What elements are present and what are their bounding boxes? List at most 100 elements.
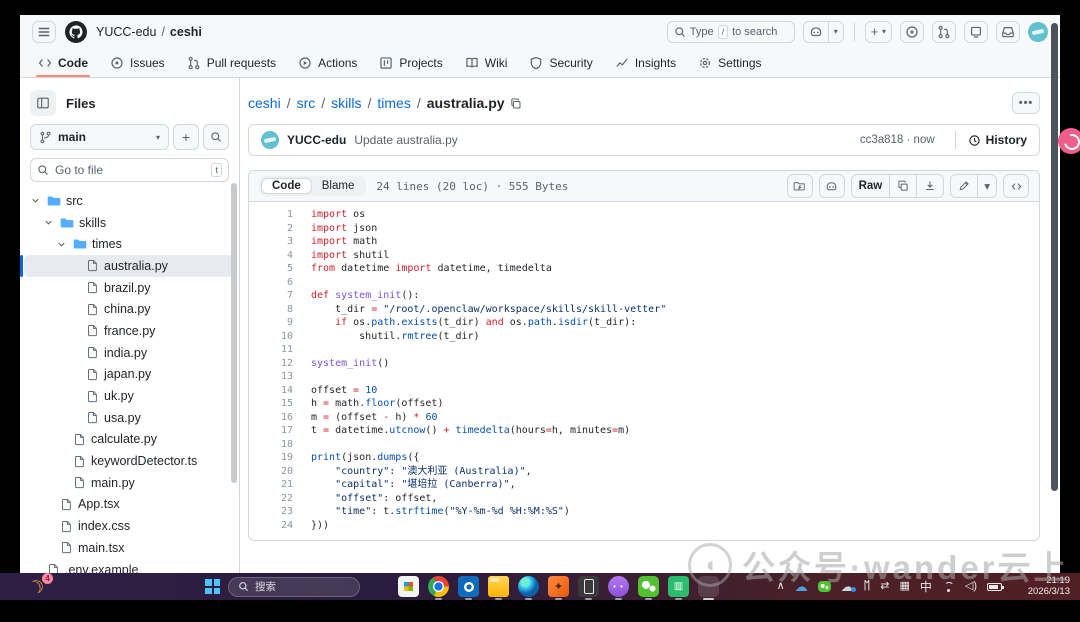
volume-icon[interactable]: ◁) [965, 581, 977, 592]
symlink-directory-button[interactable] [786, 174, 813, 198]
copilot-code-button[interactable] [818, 174, 845, 198]
taskbar-icon-edge[interactable] [518, 576, 539, 600]
create-new-button[interactable]: + ▾ [864, 20, 892, 43]
taskbar-icon-file-explorer[interactable] [488, 576, 509, 600]
user-avatar[interactable] [1028, 21, 1048, 42]
tree-file-france.py[interactable]: france.py [24, 320, 235, 342]
line-number[interactable]: 10 [249, 330, 311, 344]
copy-raw-button[interactable] [889, 175, 916, 197]
taskbar-clock[interactable]: 21:19 2026/3/13 [1028, 575, 1070, 597]
tree-file-japan.py[interactable]: japan.py [24, 364, 235, 386]
issues-header-button[interactable] [900, 20, 924, 43]
tray-chevron-up-icon[interactable]: ∧ [777, 581, 785, 592]
tab-actions[interactable]: Actions [290, 48, 365, 77]
collapse-file-tree-button[interactable] [30, 90, 56, 116]
sidebar-scrollbar[interactable] [231, 183, 237, 483]
commit-author[interactable]: YUCC-edu [287, 133, 346, 147]
commit-sha-time[interactable]: cc3a818 · now [860, 134, 935, 146]
goto-file-input[interactable]: Go to file t [30, 158, 229, 182]
taskbar-icon-outlook[interactable] [458, 576, 479, 600]
line-number[interactable]: 23 [249, 505, 311, 519]
org-link[interactable]: YUCC-edu [96, 25, 156, 39]
pull-requests-header-button[interactable] [932, 20, 956, 43]
media-app-tray-icon[interactable]: ᛖ [864, 581, 871, 592]
line-number[interactable]: 5 [249, 262, 311, 276]
line-number[interactable]: 17 [249, 424, 311, 438]
repo-link[interactable]: ceshi [170, 25, 202, 39]
tab-pull-requests[interactable]: Pull requests [179, 48, 284, 77]
taskbar-icon-cat-app[interactable]: • • [608, 576, 629, 600]
copy-path-icon[interactable] [509, 97, 522, 110]
floating-widget-button[interactable] [1058, 128, 1080, 154]
line-number[interactable]: 18 [249, 438, 311, 452]
history-button[interactable]: History [954, 131, 1027, 149]
tree-file-.env.example[interactable]: .env.example [24, 559, 235, 573]
tree-file-china.py[interactable]: china.py [24, 298, 235, 320]
line-number[interactable]: 12 [249, 357, 311, 371]
tab-issues[interactable]: Issues [102, 48, 173, 77]
branch-selector[interactable]: main ▾ [30, 124, 169, 150]
taskbar-corner-app-icon[interactable]: ☽ 4 [25, 573, 53, 600]
tree-file-calculate.py[interactable]: calculate.py [24, 429, 235, 451]
start-button[interactable] [205, 579, 220, 594]
line-number[interactable]: 11 [249, 343, 311, 357]
breadcrumb-link-src[interactable]: src [297, 95, 316, 111]
tree-file-australia.py[interactable]: australia.py [20, 255, 235, 277]
line-number[interactable]: 20 [249, 465, 311, 479]
search-files-button[interactable] [203, 124, 229, 150]
tree-folder-skills[interactable]: skills [24, 212, 235, 234]
line-number[interactable]: 19 [249, 451, 311, 465]
tree-folder-src[interactable]: src [24, 190, 235, 212]
tree-file-index.css[interactable]: index.css [24, 515, 235, 537]
line-number[interactable]: 16 [249, 411, 311, 425]
tab-insights[interactable]: Insights [607, 48, 684, 77]
tree-file-App.tsx[interactable]: App.tsx [24, 494, 235, 516]
github-logo-icon[interactable] [64, 20, 88, 44]
line-number[interactable]: 13 [249, 370, 311, 384]
settings-toggles-icon[interactable]: ⇄ [880, 581, 889, 592]
tree-file-brazil.py[interactable]: brazil.py [24, 277, 235, 299]
commit-message[interactable]: Update australia.py [354, 133, 457, 147]
taskbar-icon-chrome[interactable] [428, 576, 449, 600]
breadcrumb-link-skills[interactable]: skills [331, 95, 361, 111]
page-scrollbar[interactable] [1051, 23, 1058, 491]
tree-file-india.py[interactable]: india.py [24, 342, 235, 364]
symbols-panel-button[interactable] [1003, 174, 1029, 198]
taskbar-icon-qq[interactable] [698, 576, 719, 600]
onedrive-icon[interactable]: ☁ [795, 580, 808, 593]
line-number[interactable]: 9 [249, 316, 311, 330]
taskbar-icon-wechat[interactable] [638, 576, 659, 600]
raw-button[interactable]: Raw [852, 175, 890, 197]
tab-code[interactable]: Code [261, 178, 312, 194]
tree-folder-times[interactable]: times [24, 233, 235, 255]
line-number[interactable]: 2 [249, 222, 311, 236]
wechat-tray-icon[interactable] [817, 581, 831, 592]
cloud-sync-icon[interactable]: ☁ [841, 580, 856, 593]
commit-author-avatar[interactable] [261, 131, 279, 149]
wifi-icon[interactable] [942, 582, 955, 592]
line-number[interactable]: 1 [249, 208, 311, 222]
global-search-input[interactable]: Type / to search [666, 20, 795, 43]
line-number[interactable]: 7 [249, 289, 311, 303]
line-number[interactable]: 4 [249, 249, 311, 263]
taskbar-icon-wallet-app[interactable]: ▥ [668, 576, 689, 600]
tree-file-main.py[interactable]: main.py [24, 472, 235, 494]
tree-file-usa.py[interactable]: usa.py [24, 407, 235, 429]
line-number[interactable]: 15 [249, 397, 311, 411]
edit-file-button[interactable] [951, 175, 977, 197]
tree-file-main.tsx[interactable]: main.tsx [24, 537, 235, 559]
codespaces-header-button[interactable] [964, 20, 988, 43]
line-number[interactable]: 14 [249, 384, 311, 398]
taskbar-icon-task-view[interactable] [368, 576, 389, 597]
line-number[interactable]: 8 [249, 303, 311, 317]
touch-keyboard-icon[interactable]: ▦ [899, 581, 909, 592]
line-number[interactable]: 6 [249, 276, 311, 290]
breadcrumb-link-ceshi[interactable]: ceshi [248, 95, 281, 111]
edit-caret-icon[interactable]: ▾ [977, 175, 996, 197]
tab-projects[interactable]: Projects [371, 48, 450, 77]
tab-code[interactable]: Code [30, 48, 96, 77]
battery-icon[interactable] [987, 582, 1004, 591]
taskbar-icon-store[interactable] [398, 576, 419, 597]
tab-wiki[interactable]: Wiki [457, 48, 516, 77]
tab-settings[interactable]: Settings [690, 48, 769, 77]
